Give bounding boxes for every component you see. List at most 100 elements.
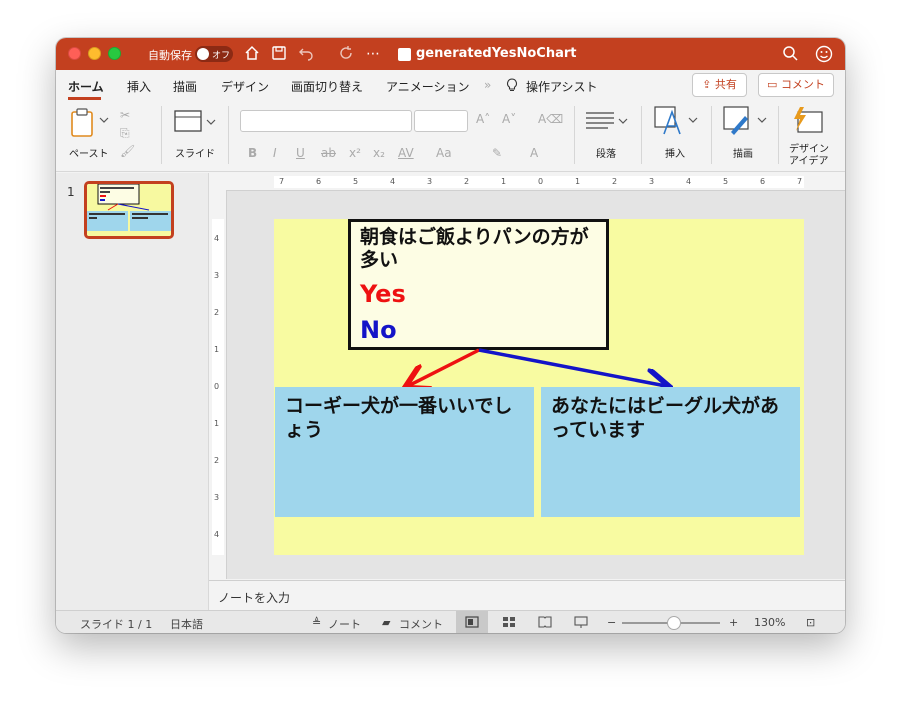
ruler-label: 1 [214,345,220,354]
paragraph-icon[interactable] [584,110,628,136]
normal-view-button[interactable] [456,611,488,633]
bold-button[interactable]: B [248,146,257,160]
paragraph-label: 段落 [596,149,616,160]
yes-answer-box[interactable]: コーギー犬が一番いいでしょう [275,387,534,517]
comments-button[interactable]: ▭ コメント [758,73,834,97]
no-arrow[interactable] [478,348,666,386]
home-icon[interactable] [243,45,261,63]
italic-button[interactable]: I [273,146,277,160]
ruler-label: 4 [390,177,396,186]
more-icon[interactable]: ⋯ [364,45,382,63]
copy-icon[interactable]: ⎘ [120,124,135,142]
document-title[interactable]: generatedYesNoChart [416,46,577,61]
ruler-label: 2 [214,456,220,465]
grow-font-icon[interactable]: A˄ [476,112,490,126]
fit-to-window-icon[interactable]: ⊡ [806,616,815,629]
toggle-knob [197,48,209,60]
no-answer-box[interactable]: あなたにはビーグル犬があっています [541,387,800,517]
tab-design[interactable]: デザイン [221,78,269,95]
comments-toggle-button[interactable]: コメント [399,616,443,632]
font-name-dropdown[interactable] [240,110,412,132]
slideshow-view-button[interactable] [565,611,597,633]
zoom-out-button[interactable]: − [607,616,616,629]
superscript-button[interactable]: x² [349,146,361,160]
font-size-dropdown[interactable] [414,110,468,132]
shrink-font-icon[interactable]: A˅ [502,112,516,126]
share-icon: ⇪ [702,78,715,91]
yes-arrow[interactable] [408,348,480,386]
ruler-label: 2 [612,177,618,186]
design-ideas-icon[interactable] [790,106,824,138]
zoom-window-button[interactable] [108,47,121,60]
cut-icon[interactable]: ✂ [120,106,135,124]
ruler-label: 3 [214,271,220,280]
ruler-label: 3 [427,177,433,186]
draw-pen-icon[interactable] [723,106,767,140]
smiley-feedback-icon[interactable] [815,45,833,63]
tab-home[interactable]: ホーム [68,78,104,95]
close-window-button[interactable] [68,47,81,60]
tab-transitions[interactable]: 画面切り替え [291,78,363,95]
vertical-ruler: 4 3 2 1 0 1 2 3 4 [209,191,227,579]
share-button[interactable]: ⇪ 共有 [692,73,747,97]
status-bar: スライド 1 / 1 日本語 ≜ ノート ▰ コメント − + 130% ⊡ [56,610,845,633]
clear-format-icon[interactable]: A⌫ [538,112,563,126]
slide-sorter-view-button[interactable] [493,611,525,633]
redo-icon[interactable] [337,45,355,63]
slide-1[interactable]: 朝食はご飯よりパンの方が多い Yes No コーギー犬が一番いいでしょう あなた… [274,219,804,555]
slide-thumbnail-pane: 1 [56,173,209,610]
paste-icon[interactable] [70,108,110,144]
notes-pane[interactable]: ノートを入力 [209,580,845,610]
clipboard-tools: ✂ ⎘ 🖌 [120,106,135,160]
ribbon-separator [161,106,162,164]
notes-placeholder: ノートを入力 [218,591,291,605]
design-ideas-label-line2: アイデア [789,156,829,167]
language-indicator[interactable]: 日本語 [170,616,203,632]
notes-toggle-icon[interactable]: ≜ [312,616,321,629]
notes-toggle-button[interactable]: ノート [328,616,361,632]
tab-insert[interactable]: 挿入 [127,78,151,95]
minimize-window-button[interactable] [88,47,101,60]
ruler-label: 1 [575,177,581,186]
ruler-label: 5 [723,177,729,186]
zoom-slider-handle[interactable] [667,616,681,630]
tab-draw[interactable]: 描画 [173,78,197,95]
paste-label: ペースト [69,149,109,160]
app-window: 自動保存 オフ ⋯ generatedYesNoChart ホーム 挿入 描画 … [56,38,845,633]
ruler-label: 3 [649,177,655,186]
tab-animations[interactable]: アニメーション [386,78,470,95]
more-tabs-chevron-icon[interactable]: » [484,78,491,92]
comment-bubble-icon[interactable]: ▰ [382,616,390,629]
ribbon-separator [641,106,642,164]
highlight-icon[interactable]: ✎ [492,146,502,160]
strikethrough-button[interactable]: ab [321,146,336,160]
character-spacing-button[interactable]: AV [398,146,414,160]
ruler-label: 4 [214,234,220,243]
yes-answer-text: コーギー犬が一番いいでしょう [285,395,513,441]
ruler-label: 7 [797,177,803,186]
reading-view-button[interactable] [529,611,561,633]
underline-button[interactable]: U [296,146,305,160]
search-icon[interactable] [781,45,799,63]
undo-icon[interactable] [297,45,315,63]
ribbon-separator [228,106,229,164]
slide-thumbnail-1[interactable] [84,181,174,239]
powerpoint-file-icon [398,48,411,61]
change-case-button[interactable]: Aa [436,146,452,160]
font-color-icon[interactable]: A [530,146,538,160]
autosave-toggle[interactable]: オフ [195,46,233,62]
save-icon[interactable] [270,45,288,63]
autosave-label: 自動保存 [148,49,192,62]
zoom-level[interactable]: 130% [754,616,785,629]
format-painter-icon[interactable]: 🖌 [120,142,135,160]
ribbon-separator [711,106,712,164]
ruler-label: 4 [686,177,692,186]
tab-tell-me[interactable]: 操作アシスト [526,78,598,95]
subscript-button[interactable]: x₂ [373,146,385,160]
insert-textbox-icon[interactable] [654,106,698,140]
ruler-label: 3 [214,493,220,502]
new-slide-icon[interactable] [174,110,216,140]
zoom-in-button[interactable]: + [729,616,738,629]
ribbon-separator [574,106,575,164]
ruler-label: 1 [214,419,220,428]
